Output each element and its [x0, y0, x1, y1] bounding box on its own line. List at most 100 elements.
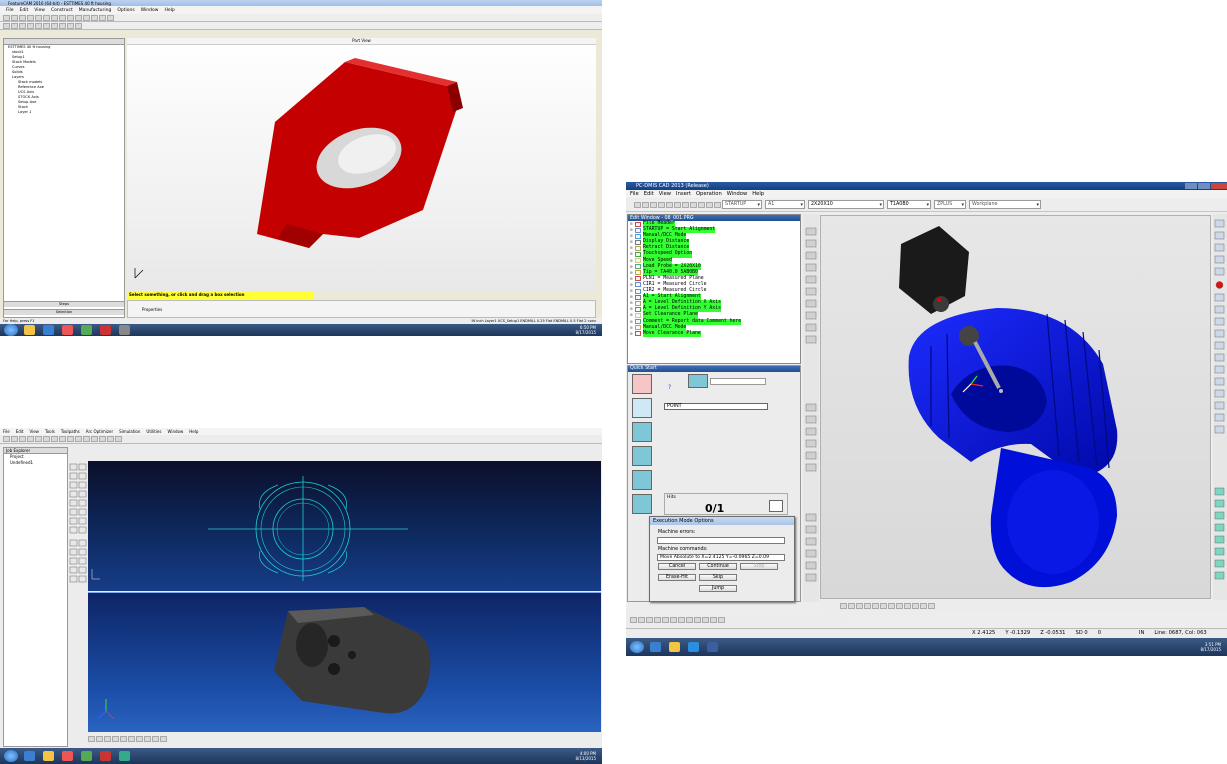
view-tool-10-icon[interactable]: [912, 603, 919, 609]
undo-icon[interactable]: [35, 436, 42, 442]
nav-tool-1-icon[interactable]: [630, 617, 637, 623]
pcdmis-icon[interactable]: [119, 325, 130, 335]
simulate-icon[interactable]: [67, 22, 74, 29]
menu-file[interactable]: File: [630, 191, 639, 197]
help-icon[interactable]: ?: [668, 384, 671, 391]
alignment-select[interactable]: STARTUP: [722, 200, 762, 209]
print-icon[interactable]: [27, 436, 34, 442]
properties-button[interactable]: Properties: [127, 300, 596, 318]
menu-file[interactable]: File: [3, 429, 10, 434]
mark-icon[interactable]: [658, 201, 665, 208]
jump-button[interactable]: Jump: [699, 585, 737, 592]
feature-circle-icon[interactable]: [632, 446, 652, 466]
folder-icon[interactable]: [24, 325, 35, 335]
rotate-icon[interactable]: [91, 436, 98, 442]
menu-file[interactable]: File: [6, 8, 14, 13]
zoom-in-icon[interactable]: [120, 736, 127, 742]
view-tool-4-icon[interactable]: [864, 603, 871, 609]
shade-icon[interactable]: [152, 736, 159, 742]
model-viewport[interactable]: [88, 592, 601, 732]
simulate-icon[interactable]: [115, 436, 122, 442]
stop-button[interactable]: Stop: [740, 563, 778, 570]
menu-operation[interactable]: Operation: [696, 191, 722, 197]
alignment-icon[interactable]: [632, 470, 652, 490]
view-tool-9-icon[interactable]: [904, 603, 911, 609]
rectangle-icon[interactable]: [43, 22, 50, 29]
copy-icon[interactable]: [59, 436, 66, 442]
open-icon[interactable]: [11, 436, 18, 442]
zoom-icon[interactable]: [75, 436, 82, 442]
command-item[interactable]: ⊞ Move Clearance Plane: [628, 330, 800, 337]
menu-edit[interactable]: Edit: [16, 429, 24, 434]
undo-icon[interactable]: [706, 201, 713, 208]
menu-toolpaths[interactable]: Toolpaths: [61, 429, 80, 434]
menu-arc-optimizer[interactable]: Arc Optimizer: [86, 429, 113, 434]
redo-icon[interactable]: [43, 436, 50, 442]
nav-tool-10-icon[interactable]: [702, 617, 709, 623]
view-iso-icon[interactable]: [112, 736, 119, 742]
machine-errors-field[interactable]: [657, 537, 785, 544]
featurecam-icon[interactable]: [100, 325, 111, 335]
cut-icon[interactable]: [51, 436, 58, 442]
hits-icon[interactable]: [769, 500, 783, 512]
menu-window[interactable]: Window: [727, 191, 747, 197]
machine-commands-field[interactable]: Move Absolute to X=2.4125 Y=-0.0965 Z=0.…: [657, 554, 785, 561]
menu-view[interactable]: View: [659, 191, 671, 197]
toolpath-icon[interactable]: [107, 436, 114, 442]
view-tool-1-icon[interactable]: [840, 603, 847, 609]
view-top-icon[interactable]: [96, 736, 103, 742]
menu-edit[interactable]: Edit: [644, 191, 654, 197]
chrome-icon[interactable]: [81, 751, 92, 761]
view-tool-12-icon[interactable]: [928, 603, 935, 609]
menu-window[interactable]: Window: [141, 8, 159, 13]
arc-icon[interactable]: [27, 22, 34, 29]
close-button[interactable]: [1211, 183, 1227, 189]
pcdmis-icon[interactable]: [707, 642, 718, 652]
folder-icon[interactable]: [43, 751, 54, 761]
explorer-item-undefined[interactable]: Undefined1: [4, 460, 67, 466]
start-button[interactable]: [630, 641, 644, 653]
menu-view[interactable]: View: [29, 429, 39, 434]
3d-viewport[interactable]: Part View: [127, 38, 596, 292]
probe-icon[interactable]: [690, 201, 697, 208]
menu-options[interactable]: Options: [117, 8, 134, 13]
view-tool-3-icon[interactable]: [856, 603, 863, 609]
save-icon[interactable]: [19, 14, 26, 21]
point-icon[interactable]: [11, 22, 18, 29]
menu-edit[interactable]: Edit: [20, 8, 29, 13]
stop-icon[interactable]: [674, 201, 681, 208]
ie-icon[interactable]: [650, 642, 661, 652]
wire-icon[interactable]: [160, 736, 167, 742]
fit-icon[interactable]: [83, 436, 90, 442]
cancel-button[interactable]: Cancel: [658, 563, 696, 570]
view-front-icon[interactable]: [88, 736, 95, 742]
wire-icon[interactable]: [107, 14, 114, 21]
feature-icon[interactable]: [59, 22, 66, 29]
view-right-icon[interactable]: [104, 736, 111, 742]
feature-plane-icon[interactable]: [632, 422, 652, 442]
folder-icon[interactable]: [669, 642, 680, 652]
tip-select[interactable]: T1A0B0: [887, 200, 931, 209]
feature-type-select[interactable]: POINT: [664, 403, 768, 410]
menu-help[interactable]: Help: [164, 8, 174, 13]
feature-line-icon[interactable]: [632, 398, 652, 418]
undo-icon[interactable]: [59, 14, 66, 21]
tree-item[interactable]: Layer 1: [4, 110, 124, 115]
shade-icon[interactable]: [99, 14, 106, 21]
zoom-icon[interactable]: [75, 14, 82, 21]
pause-icon[interactable]: [666, 201, 673, 208]
menu-simulation[interactable]: Simulation: [119, 429, 140, 434]
execute-icon[interactable]: [642, 201, 649, 208]
chain-icon[interactable]: [51, 22, 58, 29]
play-icon[interactable]: [634, 201, 641, 208]
cad-viewport[interactable]: [820, 215, 1211, 599]
open-icon[interactable]: [11, 14, 18, 21]
workplane-select[interactable]: Workplane: [969, 200, 1041, 209]
view-tool-6-icon[interactable]: [880, 603, 887, 609]
nav-tool-4-icon[interactable]: [654, 617, 661, 623]
zoom-out-icon[interactable]: [128, 736, 135, 742]
shade-icon[interactable]: [99, 436, 106, 442]
view-tool-8-icon[interactable]: [896, 603, 903, 609]
view-tool-7-icon[interactable]: [888, 603, 895, 609]
view-tool-5-icon[interactable]: [872, 603, 879, 609]
